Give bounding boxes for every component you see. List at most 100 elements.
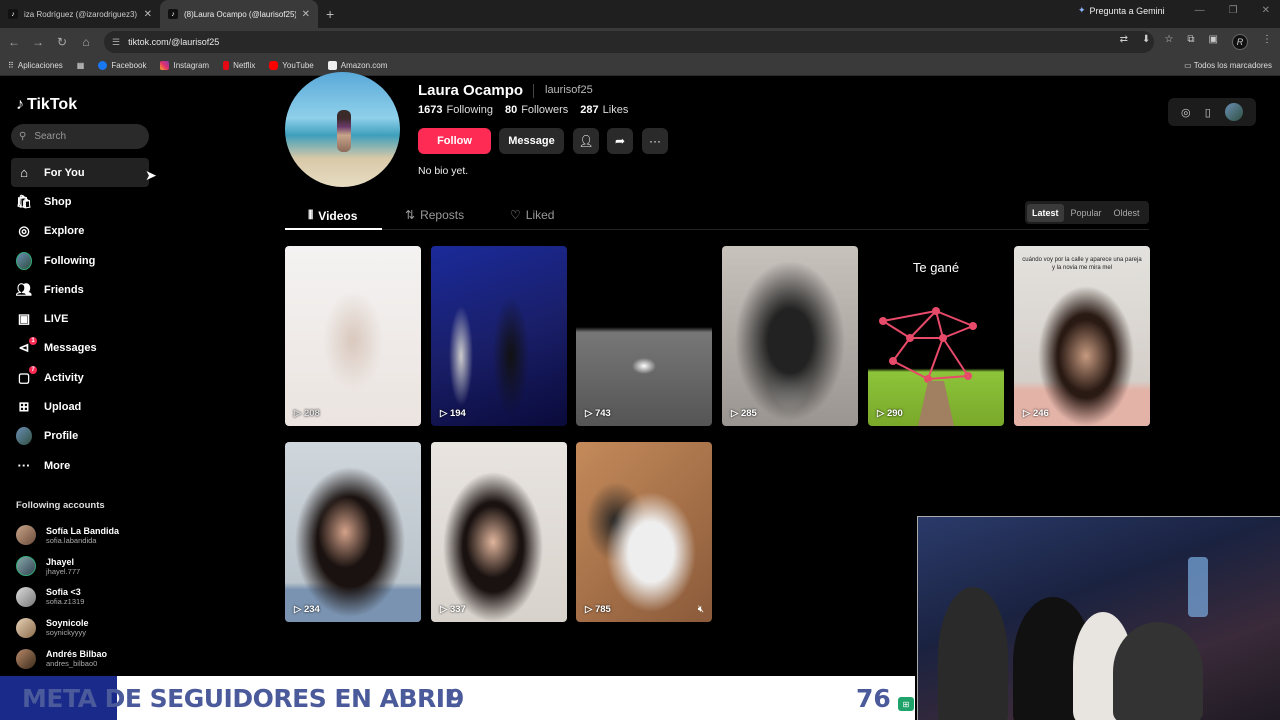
nav-explore[interactable]: ◎ Explore — [11, 217, 149, 246]
sort-toggle: Latest Popular Oldest — [1025, 201, 1149, 224]
nav-friends[interactable]: 👥︎ Friends — [11, 275, 149, 304]
followers-stat[interactable]: 80 Followers — [505, 104, 568, 116]
tiktok-favicon-icon: ♪ — [8, 9, 18, 19]
video-thumbnail[interactable]: ▷ 234 — [285, 442, 421, 622]
share-button[interactable]: ➦ — [607, 128, 633, 154]
following-account-item[interactable]: Andrés Bilbao andres_bilbao0 — [16, 643, 156, 674]
close-tab-icon[interactable]: ✕ — [144, 9, 152, 20]
account-name: Jhayel — [46, 556, 75, 567]
video-thumbnail[interactable]: Te gané ▷ 290 — [868, 246, 1004, 426]
search-input[interactable]: ⚲ Search — [11, 124, 149, 149]
profile-avatar — [285, 72, 400, 187]
video-thumbnail[interactable]: cuándo voy por la calle y aparece una pa… — [1014, 246, 1150, 426]
minimize-icon[interactable]: — — [1195, 5, 1205, 16]
tab-reposts[interactable]: ⇅ Reposts — [405, 208, 464, 222]
site-info-icon[interactable]: ☰ — [112, 37, 120, 48]
account-handle: soynickyyyy — [46, 628, 87, 638]
add-friend-button[interactable]: 👤︎ — [573, 128, 599, 154]
more-options-button[interactable]: ··· — [642, 128, 668, 154]
view-count: ▷ 743 — [585, 408, 611, 419]
browser-tab[interactable]: ♪ iza Rodríguez (@izarodriguez3) ✕ — [0, 0, 160, 28]
sort-oldest[interactable]: Oldest — [1109, 204, 1145, 222]
tab-label: Reposts — [420, 208, 465, 222]
forward-icon[interactable]: → — [26, 35, 50, 49]
browser-tab-active[interactable]: ♪ (8)Laura Ocampo (@laurisof25) ✕ — [160, 0, 318, 28]
gemini-button[interactable]: ✦ Pregunta a Gemini — [1078, 5, 1165, 16]
nav-messages[interactable]: ⊲ 1 Messages — [11, 334, 149, 363]
nav-upload[interactable]: ⊞ Upload — [11, 392, 149, 421]
nav-label: Messages — [44, 342, 97, 355]
nav-shop[interactable]: 🛍︎ Shop — [11, 187, 149, 216]
message-button[interactable]: Message — [499, 128, 564, 154]
bookmark-amazon[interactable]: Amazon.com — [327, 61, 387, 70]
video-thumbnail[interactable]: ▷ 194 — [431, 246, 567, 426]
new-tab-icon[interactable]: + — [326, 6, 334, 22]
nav-activity[interactable]: ▢ 7 Activity — [11, 363, 149, 392]
install-icon[interactable]: ⬇ — [1142, 34, 1150, 50]
user-avatar[interactable] — [1224, 103, 1243, 121]
thumbnail-image — [576, 442, 712, 622]
home-icon[interactable]: ⌂ — [74, 35, 98, 49]
nav-profile[interactable]: Profile — [11, 422, 149, 451]
nav-more[interactable]: ··· More — [11, 451, 149, 480]
bookmark-youtube[interactable]: YouTube — [269, 61, 314, 70]
instagram-icon — [160, 61, 170, 70]
bookmark-netflix[interactable]: Netflix — [223, 61, 255, 70]
close-tab-icon[interactable]: ✕ — [302, 9, 310, 20]
following-account-item[interactable]: Soynicole soynickyyyy — [16, 612, 156, 643]
nav-label: Activity — [44, 371, 84, 384]
video-thumbnail[interactable]: ▷ 337 — [431, 442, 567, 622]
tab-videos[interactable]: ⦀ Videos — [308, 208, 357, 223]
nav-following[interactable]: Following — [11, 246, 149, 275]
video-thumbnail[interactable]: ▷ 743 — [576, 246, 712, 426]
view-count: ▷ 246 — [1023, 408, 1049, 419]
profile-bio: No bio yet. — [418, 165, 469, 177]
maximize-icon[interactable]: ❐ — [1229, 5, 1238, 16]
tab-liked[interactable]: ♡ Liked — [510, 208, 554, 222]
bookmark-instagram[interactable]: Instagram — [160, 61, 209, 70]
profile-avatar-icon[interactable]: R — [1232, 34, 1248, 50]
muted-icon[interactable]: 🔇︎ — [698, 604, 704, 615]
follow-button[interactable]: Follow — [418, 128, 491, 154]
banner-text: META DE SEGUIDORES EN ABRIL — [22, 684, 461, 713]
nav-live[interactable]: ▣ LIVE — [11, 304, 149, 333]
likes-stat: 287 Likes — [580, 104, 628, 116]
url-bar[interactable]: ☰ tiktok.com/@laurisof25 — [104, 31, 1154, 53]
nav-for-you[interactable]: ⌂ For You — [11, 158, 149, 188]
browser-tab-bar: ♪ iza Rodríguez (@izarodriguez3) ✕ ♪ (8)… — [0, 0, 1280, 28]
bookmark-grid[interactable]: ▦ — [77, 61, 85, 70]
account-name: Andrés Bilbao — [46, 649, 108, 660]
close-window-icon[interactable]: ✕ — [1262, 5, 1270, 16]
view-count-value: 743 — [594, 408, 611, 419]
device-icon[interactable]: ▯ — [1205, 106, 1211, 119]
back-icon[interactable]: ← — [2, 35, 26, 49]
video-thumbnail[interactable]: ▷ 785 🔇︎ — [576, 442, 712, 622]
sort-popular[interactable]: Popular — [1066, 204, 1107, 222]
gemini-label: Pregunta a Gemini — [1089, 5, 1165, 16]
sidepanel-icon[interactable]: ▣ — [1209, 34, 1218, 50]
following-account-item[interactable]: Sofia <3 sofia.z1319 — [16, 582, 156, 613]
following-account-item[interactable]: Sofía La Bandida sofia.labandida — [16, 520, 156, 551]
menu-dots-icon[interactable]: ⋮ — [1262, 34, 1272, 50]
following-stat[interactable]: 1673 Following — [418, 104, 493, 116]
all-bookmarks-button[interactable]: ▭ Todos los marcadores — [1184, 61, 1272, 70]
bookmark-apps[interactable]: ⠿ Aplicaciones — [8, 61, 63, 70]
coins-icon[interactable]: ◎ — [1181, 106, 1191, 119]
sort-latest[interactable]: Latest — [1027, 203, 1064, 222]
likes-label: Likes — [602, 104, 629, 116]
account-name: Sofía La Bandida — [46, 525, 120, 536]
translate-icon[interactable]: ⇄ — [1120, 34, 1128, 50]
tiktok-logo[interactable]: ♪ TikTok — [16, 96, 77, 114]
reload-icon[interactable]: ↻ — [50, 35, 74, 49]
video-thumbnail[interactable]: ▷ 285 — [722, 246, 858, 426]
activity-badge: 7 — [29, 366, 37, 375]
bookmark-facebook[interactable]: Facebook — [98, 61, 146, 70]
extensions-icon[interactable]: ⧉ — [1187, 34, 1194, 50]
video-thumbnail[interactable]: ▷ 208 — [285, 246, 421, 426]
following-account-item[interactable]: Jhayel jhayel.777 — [16, 551, 156, 582]
nav-label: LIVE — [44, 313, 69, 326]
bookmark-star-icon[interactable]: ☆ — [1164, 34, 1173, 50]
tab-title: iza Rodríguez (@izarodriguez3) — [24, 9, 138, 19]
followers-count: 80 — [504, 104, 518, 116]
bookmark-label: Aplicaciones — [17, 61, 63, 70]
